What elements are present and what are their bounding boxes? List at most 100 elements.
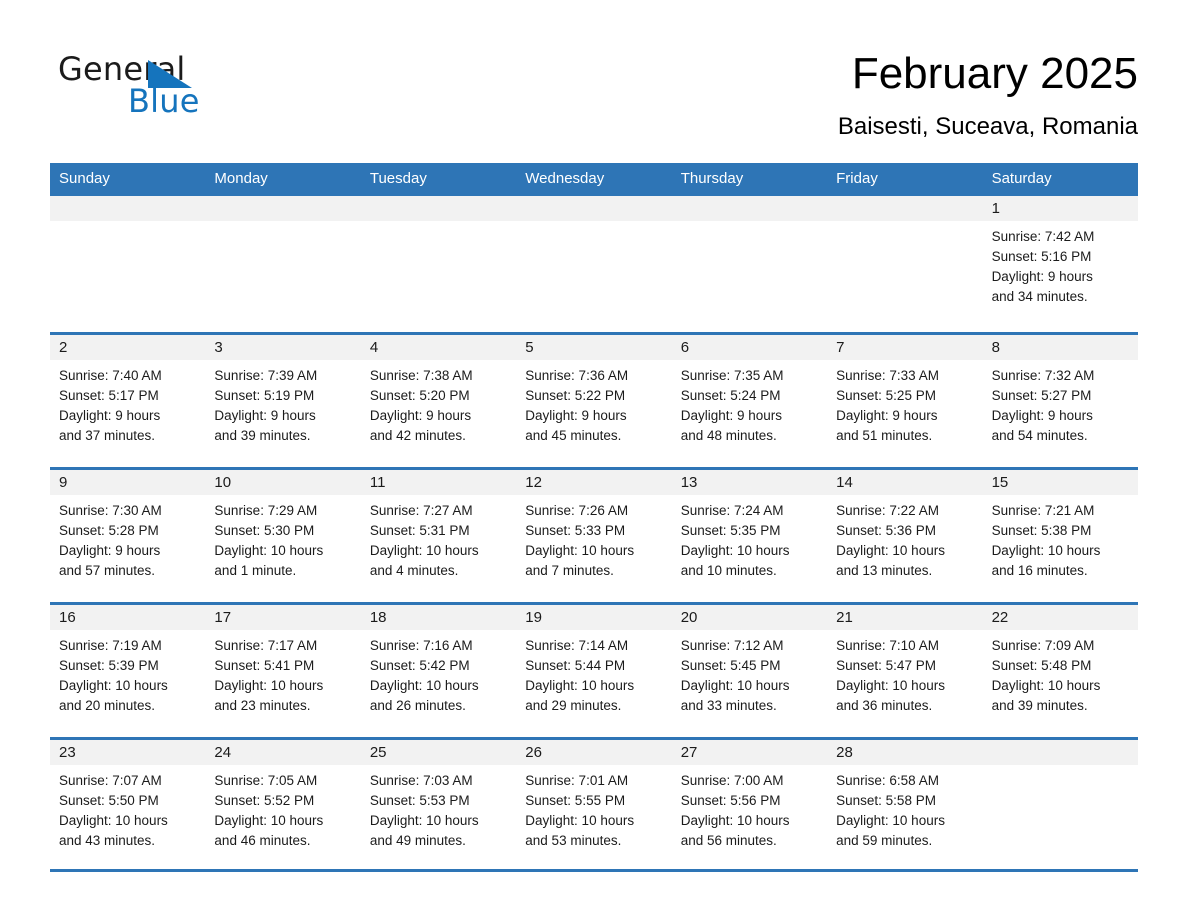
page-subtitle: Baisesti, Suceava, Romania — [837, 113, 1138, 140]
day-cell[interactable]: 16 Sunrise: 7:19 AM Sunset: 5:39 PM Dayl… — [50, 605, 206, 737]
day-cell[interactable]: 6 Sunrise: 7:35 AM Sunset: 5:24 PM Dayli… — [671, 335, 828, 467]
day-details: Sunrise: 7:16 AM Sunset: 5:42 PM Dayligh… — [361, 630, 516, 716]
sunset-text: Sunset: 5:27 PM — [991, 388, 1092, 403]
sunrise-text: Sunrise: 7:21 AM — [991, 503, 1095, 518]
sunrise-text: Sunrise: 7:29 AM — [214, 503, 318, 518]
sunrise-text: Sunrise: 7:32 AM — [991, 368, 1095, 383]
day-cell[interactable]: 25 Sunrise: 7:03 AM Sunset: 5:53 PM Dayl… — [360, 740, 517, 869]
day-cell[interactable]: 15 Sunrise: 7:21 AM Sunset: 5:38 PM Dayl… — [982, 470, 1138, 602]
day-cell[interactable]: 10 Sunrise: 7:29 AM Sunset: 5:30 PM Dayl… — [205, 470, 361, 602]
day-details: Sunrise: 7:26 AM Sunset: 5:33 PM Dayligh… — [516, 495, 671, 581]
day-number: 7 — [827, 335, 983, 360]
sunset-text: Sunset: 5:39 PM — [59, 658, 159, 673]
day-number — [50, 196, 206, 221]
daylight-text-line2: and 29 minutes. — [525, 698, 622, 713]
weekday-header-row: Sunday Monday Tuesday Wednesday Thursday… — [50, 163, 1138, 196]
daylight-text-line2: and 20 minutes. — [59, 698, 156, 713]
day-cell[interactable]: 18 Sunrise: 7:16 AM Sunset: 5:42 PM Dayl… — [360, 605, 517, 737]
day-cell[interactable]: 28 Sunrise: 6:58 AM Sunset: 5:58 PM Dayl… — [827, 740, 983, 869]
sunrise-text: Sunrise: 7:24 AM — [680, 503, 784, 518]
day-cell[interactable]: 13 Sunrise: 7:24 AM Sunset: 5:35 PM Dayl… — [671, 470, 828, 602]
day-cell[interactable]: 27 Sunrise: 7:00 AM Sunset: 5:56 PM Dayl… — [671, 740, 828, 869]
day-cell[interactable]: 17 Sunrise: 7:17 AM Sunset: 5:41 PM Dayl… — [205, 605, 361, 737]
day-number: 28 — [827, 740, 983, 765]
sunset-text: Sunset: 5:20 PM — [369, 388, 470, 403]
sunset-text: Sunset: 5:22 PM — [525, 388, 626, 403]
sunset-text: Sunset: 5:24 PM — [680, 388, 781, 403]
daylight-text-line1: Daylight: 10 hours — [369, 678, 479, 693]
day-details: Sunrise: 7:33 AM Sunset: 5:25 PM Dayligh… — [827, 360, 982, 446]
day-cell[interactable]: 11 Sunrise: 7:27 AM Sunset: 5:31 PM Dayl… — [360, 470, 517, 602]
sunset-text: Sunset: 5:16 PM — [991, 249, 1092, 264]
day-cell[interactable]: 21 Sunrise: 7:10 AM Sunset: 5:47 PM Dayl… — [827, 605, 983, 737]
day-cell[interactable]: 23 Sunrise: 7:07 AM Sunset: 5:50 PM Dayl… — [50, 740, 206, 869]
daylight-text-line1: Daylight: 10 hours — [214, 543, 324, 558]
daylight-text-line2: and 49 minutes. — [369, 833, 466, 848]
logo-text-blue: Blue — [128, 82, 200, 120]
daylight-text-line1: Daylight: 9 hours — [525, 408, 627, 423]
day-details: Sunrise: 7:22 AM Sunset: 5:36 PM Dayligh… — [827, 495, 982, 581]
day-number: 8 — [982, 335, 1138, 360]
day-cell[interactable]: 4 Sunrise: 7:38 AM Sunset: 5:20 PM Dayli… — [360, 335, 517, 467]
day-details: Sunrise: 7:42 AM Sunset: 5:16 PM Dayligh… — [983, 221, 1138, 307]
day-number: 5 — [516, 335, 672, 360]
daylight-text-line2: and 10 minutes. — [680, 563, 777, 578]
daylight-text-line2: and 56 minutes. — [680, 833, 777, 848]
daylight-text-line2: and 54 minutes. — [991, 428, 1088, 443]
day-number: 22 — [982, 605, 1138, 630]
day-number: 19 — [516, 605, 672, 630]
week-row: 16 Sunrise: 7:19 AM Sunset: 5:39 PM Dayl… — [50, 602, 1138, 737]
sunset-text: Sunset: 5:19 PM — [214, 388, 315, 403]
day-details: Sunrise: 7:10 AM Sunset: 5:47 PM Dayligh… — [827, 630, 982, 716]
daylight-text-line1: Daylight: 10 hours — [369, 543, 479, 558]
day-cell[interactable]: 7 Sunrise: 7:33 AM Sunset: 5:25 PM Dayli… — [827, 335, 983, 467]
sunrise-text: Sunrise: 7:00 AM — [680, 773, 784, 788]
general-blue-logo: General Blue — [52, 48, 252, 120]
day-number — [671, 196, 828, 221]
daylight-text-line1: Daylight: 10 hours — [59, 813, 168, 828]
day-cell[interactable]: 9 Sunrise: 7:30 AM Sunset: 5:28 PM Dayli… — [50, 470, 206, 602]
day-details: Sunrise: 7:09 AM Sunset: 5:48 PM Dayligh… — [983, 630, 1138, 716]
day-cell[interactable]: 22 Sunrise: 7:09 AM Sunset: 5:48 PM Dayl… — [982, 605, 1138, 737]
day-cell[interactable]: 14 Sunrise: 7:22 AM Sunset: 5:36 PM Dayl… — [827, 470, 983, 602]
day-number — [360, 196, 517, 221]
weekday-header-friday: Friday — [836, 170, 878, 187]
daylight-text-line2: and 46 minutes. — [214, 833, 311, 848]
daylight-text-line2: and 45 minutes. — [525, 428, 622, 443]
daylight-text-line1: Daylight: 10 hours — [59, 678, 168, 693]
day-cell[interactable]: 5 Sunrise: 7:36 AM Sunset: 5:22 PM Dayli… — [516, 335, 672, 467]
daylight-text-line1: Daylight: 10 hours — [525, 678, 635, 693]
daylight-text-line2: and 42 minutes. — [369, 428, 466, 443]
day-cell[interactable]: 8 Sunrise: 7:32 AM Sunset: 5:27 PM Dayli… — [982, 335, 1138, 467]
day-cell[interactable]: 19 Sunrise: 7:14 AM Sunset: 5:44 PM Dayl… — [516, 605, 672, 737]
day-number: 1 — [982, 196, 1138, 221]
day-cell[interactable]: 2 Sunrise: 7:40 AM Sunset: 5:17 PM Dayli… — [50, 335, 206, 467]
sunrise-text: Sunrise: 7:36 AM — [525, 368, 629, 383]
sunrise-text: Sunrise: 7:42 AM — [991, 229, 1095, 244]
sunrise-text: Sunrise: 7:16 AM — [369, 638, 473, 653]
day-details: Sunrise: 7:36 AM Sunset: 5:22 PM Dayligh… — [516, 360, 671, 446]
sunset-text: Sunset: 5:17 PM — [59, 388, 159, 403]
daylight-text-line1: Daylight: 9 hours — [836, 408, 938, 423]
calendar-grid: Sunday Monday Tuesday Wednesday Thursday… — [50, 163, 1138, 872]
day-cell[interactable]: 24 Sunrise: 7:05 AM Sunset: 5:52 PM Dayl… — [205, 740, 361, 869]
weekday-header-thursday: Thursday — [680, 170, 744, 187]
day-number: 10 — [205, 470, 361, 495]
day-cell[interactable]: 12 Sunrise: 7:26 AM Sunset: 5:33 PM Dayl… — [516, 470, 672, 602]
sunrise-text: Sunrise: 7:09 AM — [991, 638, 1095, 653]
daylight-text-line2: and 33 minutes. — [680, 698, 777, 713]
sunset-text: Sunset: 5:35 PM — [680, 523, 781, 538]
day-cell[interactable]: 3 Sunrise: 7:39 AM Sunset: 5:19 PM Dayli… — [205, 335, 361, 467]
sunrise-text: Sunrise: 7:35 AM — [680, 368, 784, 383]
week-row: 2 Sunrise: 7:40 AM Sunset: 5:17 PM Dayli… — [50, 332, 1138, 467]
sunrise-text: Sunrise: 7:39 AM — [214, 368, 318, 383]
day-number — [982, 740, 1138, 765]
sunrise-text: Sunrise: 7:26 AM — [525, 503, 629, 518]
day-number: 2 — [50, 335, 206, 360]
day-cell[interactable]: 1 Sunrise: 7:42 AM Sunset: 5:16 PM Dayli… — [982, 196, 1138, 332]
weekday-header-monday: Monday — [214, 170, 268, 187]
day-cell[interactable]: 26 Sunrise: 7:01 AM Sunset: 5:55 PM Dayl… — [516, 740, 672, 869]
calendar-page: General Blue February 2025 Baisesti, Suc… — [0, 0, 1188, 918]
day-cell[interactable]: 20 Sunrise: 7:12 AM Sunset: 5:45 PM Dayl… — [671, 605, 828, 737]
daylight-text-line1: Daylight: 10 hours — [525, 813, 635, 828]
